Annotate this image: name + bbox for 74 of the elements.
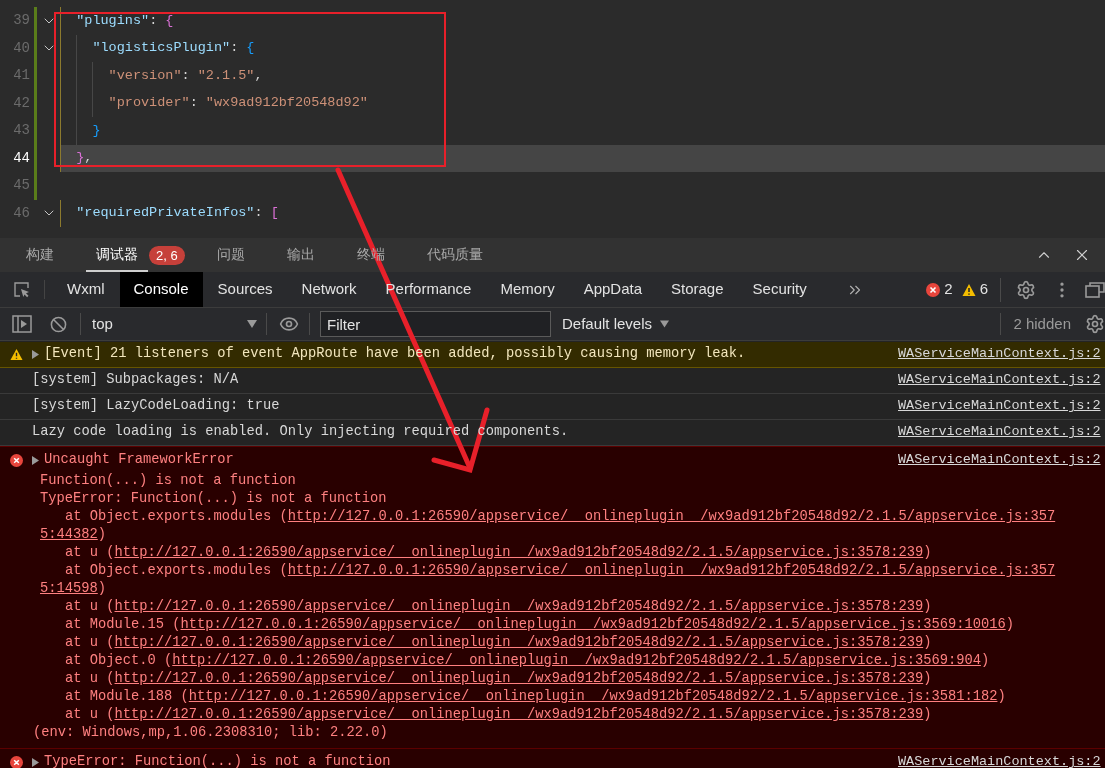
error-count: 2	[944, 279, 953, 300]
stack-frame: at Object.exports.modules (http://127.0.0.1:26590/appservice/__onlineplugin__/wx9ad912bf20548d92/2.1.5/appservice.js:3575:14598)	[40, 562, 1058, 598]
error-icon	[9, 454, 23, 467]
code-line: "requiredPrivateInfos": [	[75, 204, 279, 223]
source-link[interactable]: WAServiceMainContext.js:2	[898, 370, 1105, 391]
panel-tab[interactable]: 问题	[206, 238, 255, 272]
stack-frame: at Module.188 (http://127.0.0.1:26590/appservice/__onlineplugin__/wx9ad912bf20548d92/2.1.5/appservice.js:3581:182)	[40, 688, 1058, 706]
line-number: 45	[12, 176, 30, 196]
message-text: [system] LazyCodeLoading: true	[32, 397, 281, 416]
inspect-icon[interactable]	[13, 280, 31, 299]
panel-tab[interactable]: 输出	[276, 238, 325, 272]
source-link[interactable]: WAServiceMainContext.js:2	[898, 450, 1105, 471]
filter-field[interactable]: Filter	[320, 311, 551, 337]
log-levels-select[interactable]: Default levels	[562, 312, 670, 336]
source-link[interactable]: WAServiceMainContext.js:2	[898, 422, 1105, 443]
stack-frame: at Object.0 (http://127.0.0.1:26590/appservice/__onlineplugin__/wx9ad912bf20548d92/2.1.5/appservice.js:3569:904)	[40, 652, 1058, 670]
line-number: 40	[12, 38, 30, 58]
eye-icon[interactable]	[279, 314, 299, 334]
code-line: "provider": "wx9ad912bf20548d92"	[107, 94, 368, 113]
stack-frame: at u (http://127.0.0.1:26590/appservice/__onlineplugin__/wx9ad912bf20548d92/2.1.5/appservice.js:3578:239)	[40, 670, 1058, 688]
devtools-tab[interactable]: Wxml	[53, 272, 119, 307]
line-number: 44	[12, 148, 30, 168]
stack-frame: at Object.exports.modules (http://127.0.0.1:26590/appservice/__onlineplugin__/wx9ad912bf20548d92/2.1.5/appservice.js:3575:44382)	[40, 508, 1058, 544]
count-badge: 2, 6	[149, 245, 185, 265]
context-select[interactable]: top	[92, 312, 257, 336]
devtools-tab[interactable]: Storage	[657, 272, 738, 307]
devtools-tab[interactable]: Network	[287, 272, 371, 307]
line-number: 43	[12, 121, 30, 141]
console-settings-icon[interactable]	[1085, 314, 1105, 334]
stack-frame: at u (http://127.0.0.1:26590/appservice/__onlineplugin__/wx9ad912bf20548d92/2.1.5/appservice.js:3578:239)	[40, 598, 1058, 616]
dropdown-caret-icon	[660, 320, 670, 328]
error-icon	[9, 756, 23, 768]
devtools-tab[interactable]: AppData	[569, 272, 656, 307]
panel-tab[interactable]: 构建	[16, 238, 64, 272]
dropdown-caret-icon	[247, 320, 257, 328]
panel-tab[interactable]: 代码质量	[416, 238, 493, 272]
line-number: 41	[12, 66, 30, 86]
message-text: TypeError: Function(...) is not a function	[44, 753, 392, 768]
devtools-tab[interactable]: Security	[738, 272, 821, 307]
message-text: [system] Subpackages: N/A	[32, 371, 240, 390]
clear-console-icon[interactable]	[50, 315, 67, 333]
environment-info: (env: Windows,mp,1.06.2308310; lib: 2.22.0)	[33, 724, 389, 742]
code-line: }	[91, 121, 101, 140]
devtools-tab[interactable]: Memory	[486, 272, 569, 307]
message-text: Uncaught FrameworkError	[44, 451, 235, 470]
stack-frame: at u (http://127.0.0.1:26590/appservice/__onlineplugin__/wx9ad912bf20548d92/2.1.5/appservice.js:3578:239)	[40, 544, 1058, 562]
stack-frame: at u (http://127.0.0.1:26590/appservice/__onlineplugin__/wx9ad912bf20548d92/2.1.5/appservice.js:3578:239)	[40, 706, 1058, 724]
devtools-tab[interactable]: Sources	[203, 272, 287, 307]
settings-icon[interactable]	[1016, 279, 1036, 300]
sidebar-toggle-icon[interactable]	[12, 315, 32, 333]
warning-icon	[961, 282, 976, 297]
expand-triangle-icon[interactable]	[32, 456, 39, 465]
source-link[interactable]: WAServiceMainContext.js:2	[898, 396, 1105, 417]
code-line: "version": "2.1.5",	[107, 66, 263, 85]
expand-triangle-icon[interactable]	[32, 350, 39, 359]
expand-triangle-icon[interactable]	[32, 758, 39, 767]
line-number: 42	[12, 93, 30, 113]
stack-frame: at Module.15 (http://127.0.0.1:26590/appservice/__onlineplugin__/wx9ad912bf20548d92/2.1.5/appservice.js:3569:10016)	[40, 616, 1058, 634]
error-icon	[926, 282, 941, 297]
error-detail: Function(...) is not a function	[40, 472, 297, 490]
hidden-count: 2 hidden	[1013, 313, 1071, 334]
stack-frame: at u (http://127.0.0.1:26590/appservice/__onlineplugin__/wx9ad912bf20548d92/2.1.5/appservice.js:3578:239)	[40, 634, 1058, 652]
warning-icon	[9, 348, 23, 361]
line-number: 46	[12, 203, 30, 223]
error-detail: TypeError: Function(...) is not a function	[40, 490, 388, 508]
line-number: 39	[12, 11, 30, 31]
source-link[interactable]: WAServiceMainContext.js:2	[898, 344, 1105, 365]
source-link[interactable]: WAServiceMainContext.js:2	[898, 752, 1105, 768]
undock-icon[interactable]	[1085, 280, 1105, 299]
code-line: "plugins": {	[75, 11, 174, 30]
devtools-tab[interactable]: Console	[119, 272, 203, 307]
code-line: "logisticsPlugin": {	[91, 39, 255, 58]
warning-count: 6	[979, 279, 988, 300]
code-line: },	[75, 149, 93, 168]
